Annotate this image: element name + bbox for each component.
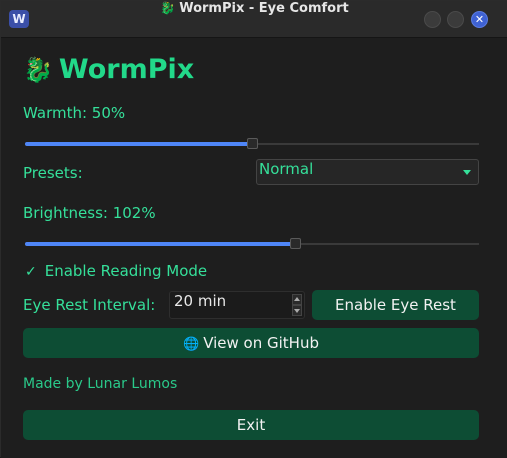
brand-title: WormPix (58, 54, 195, 85)
brand-header: 🐉 WormPix (23, 52, 194, 88)
maximize-button[interactable] (447, 11, 464, 28)
credit-text: Made by Lunar Lumos (23, 376, 178, 392)
view-on-github-button[interactable]: 🌐 View on GitHub (23, 328, 479, 358)
brightness-slider-handle[interactable] (290, 238, 301, 249)
window-title-text: WormPix - Eye Comfort (179, 1, 349, 16)
enable-eye-rest-alarm-button[interactable]: Enable Eye Rest Alarm (312, 290, 479, 344)
spin-up-icon[interactable] (292, 294, 302, 305)
eye-rest-interval-label: Eye Rest Interval: (23, 296, 156, 314)
brightness-slider-fill (25, 242, 293, 246)
main-panel: 🐉 WormPix Warmth: 50% Presets: Normal Bri… (1, 38, 507, 458)
reading-mode-label: Enable Reading Mode (44, 262, 208, 280)
dragon-icon: 🐉 (160, 1, 176, 15)
app-window: W 🐉 WormPix - Eye Comfort ✕ 🐉 WormPix Warm… (0, 0, 507, 458)
chevron-down-icon (463, 170, 471, 175)
dragon-icon: 🐉 (23, 56, 53, 84)
warmth-slider[interactable] (25, 137, 479, 151)
close-icon: ✕ (474, 13, 485, 26)
title-bar[interactable]: W 🐉 WormPix - Eye Comfort ✕ (1, 1, 507, 38)
warmth-slider-handle[interactable] (247, 138, 258, 149)
warmth-slider-fill (25, 142, 249, 146)
close-button[interactable]: ✕ (471, 11, 488, 28)
reading-mode-checkbox[interactable]: ✓ Enable Reading Mode (25, 262, 207, 280)
view-on-github-label: View on GitHub (203, 334, 319, 352)
globe-icon: 🌐 (183, 337, 200, 352)
minimize-button[interactable] (424, 11, 441, 28)
presets-dropdown[interactable]: Normal (256, 159, 479, 185)
eye-rest-interval-value: 20 min (174, 292, 227, 310)
brightness-slider[interactable] (25, 237, 479, 251)
warmth-label: Warmth: 50% (23, 104, 126, 122)
spin-down-icon[interactable] (292, 305, 302, 316)
eye-rest-interval-spinbox[interactable]: 20 min (169, 291, 305, 319)
presets-selected-value: Normal (259, 160, 314, 178)
checkmark-icon: ✓ (25, 264, 37, 280)
brightness-label: Brightness: 102% (23, 204, 156, 222)
exit-button[interactable]: Exit (23, 410, 479, 440)
presets-label: Presets: (23, 164, 83, 182)
